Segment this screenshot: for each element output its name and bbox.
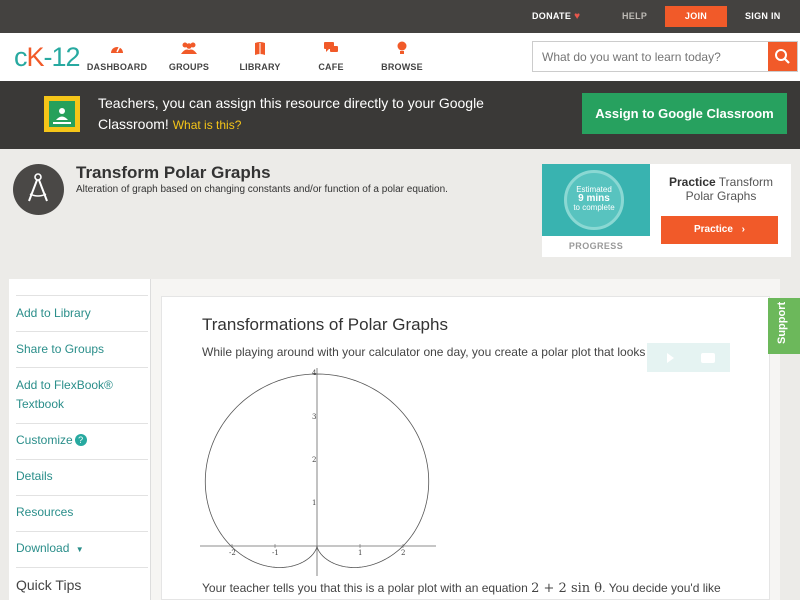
sidebar-item-add-to-flexbook[interactable]: Add to FlexBook® Textbook <box>16 376 126 414</box>
sidebar-item-customize[interactable]: Customize? <box>16 431 87 450</box>
download-label: Download <box>16 541 70 555</box>
concept-description: Alteration of graph based on changing co… <box>76 184 448 195</box>
lesson-heading: Transformations of Polar Graphs <box>202 315 448 334</box>
nav-browse[interactable]: BROWSE <box>367 41 437 72</box>
donate-label: DONATE <box>532 11 572 21</box>
caret-down-icon: ▼ <box>75 545 84 554</box>
sidebar-divider <box>16 531 148 532</box>
nav-library[interactable]: LIBRARY <box>225 41 295 72</box>
equation-text-a: Your teacher tells you that this is a po… <box>202 581 528 595</box>
groups-icon <box>154 41 224 59</box>
to-complete-label: to complete <box>573 203 615 212</box>
google-classroom-icon <box>44 96 80 132</box>
x-tick-1: 1 <box>358 549 362 557</box>
logo-number: -12 <box>43 42 81 72</box>
sidebar-divider <box>16 331 148 332</box>
search-button[interactable] <box>768 42 797 71</box>
x-tick-neg1: -1 <box>272 549 279 557</box>
nav-browse-label: BROWSE <box>381 62 423 72</box>
y-tick-4: 4 <box>312 369 317 377</box>
what-is-this-link[interactable]: What is this? <box>173 118 242 132</box>
library-icon <box>225 41 295 59</box>
x-tick-neg2: -2 <box>229 549 236 557</box>
logo-c: c <box>14 42 27 72</box>
lesson-intro-text: While playing around with your calculato… <box>202 345 689 359</box>
nav-library-label: LIBRARY <box>239 62 281 72</box>
nav-cafe-label: CAFE <box>318 62 344 72</box>
compass-icon <box>13 164 64 215</box>
search-box <box>532 41 798 72</box>
y-tick-2: 2 <box>312 456 316 464</box>
sidebar-item-share-to-groups[interactable]: Share to Groups <box>16 340 104 359</box>
browse-icon <box>367 41 437 59</box>
banner-message: Teachers, you can assign this resource d… <box>98 93 528 136</box>
sidebar-divider <box>16 495 148 496</box>
practice-title: Practice Transform Polar Graphs <box>658 175 784 203</box>
cafe-icon <box>296 41 366 59</box>
ck12-logo[interactable]: cK-12 <box>14 42 81 72</box>
estimated-minutes: 9 mins <box>578 193 610 204</box>
nav-dashboard-label: DASHBOARD <box>86 62 148 72</box>
donate-link[interactable]: DONATE ♥ <box>532 0 580 33</box>
estimated-time-badge: Estimated 9 mins to complete <box>564 170 624 230</box>
help-icon[interactable]: ? <box>74 434 87 446</box>
y-tick-3: 3 <box>312 413 316 421</box>
sidebar-divider <box>16 459 148 460</box>
sidebar-item-add-to-library[interactable]: Add to Library <box>16 304 91 323</box>
search-input[interactable] <box>533 42 768 71</box>
sidebar-divider <box>16 567 148 568</box>
practice-button[interactable]: Practice › <box>661 216 778 244</box>
practice-button-label: Practice <box>693 224 733 235</box>
sidebar-divider <box>16 295 148 296</box>
equation-math: 2 + 2 sin θ <box>531 581 603 596</box>
sidebar-divider <box>16 423 148 424</box>
customize-label: Customize <box>16 433 73 447</box>
search-icon <box>775 49 790 64</box>
sidebar-item-download[interactable]: Download ▼ <box>16 539 84 559</box>
sidebar-divider <box>16 367 148 368</box>
progress-label: PROGRESS <box>568 241 624 251</box>
sidebar-item-resources[interactable]: Resources <box>16 503 73 522</box>
join-button[interactable]: JOIN <box>665 6 727 27</box>
banner-text: Teachers, you can assign this resource d… <box>98 95 484 132</box>
nav-groups[interactable]: GROUPS <box>154 41 224 72</box>
sidebar-item-details[interactable]: Details <box>16 467 53 486</box>
chevron-right-icon: › <box>741 224 746 235</box>
sidebar: Add to Library Share to Groups Add to Fl… <box>9 279 150 600</box>
media-controls-overlay[interactable] <box>647 343 730 372</box>
support-label: Support <box>776 301 788 344</box>
logo-k: K <box>26 42 45 72</box>
concept-title: Transform Polar Graphs <box>76 163 271 182</box>
help-link[interactable]: HELP <box>622 0 647 33</box>
progress-tile: Estimated 9 mins to complete <box>542 164 650 236</box>
nav-cafe[interactable]: CAFE <box>296 41 366 72</box>
dashboard-icon <box>82 41 152 59</box>
y-tick-1: 1 <box>312 499 316 507</box>
equation-text-b: . You decide you'd like <box>602 581 721 595</box>
nav-groups-label: GROUPS <box>168 62 210 72</box>
support-tab[interactable]: Support <box>768 298 800 354</box>
polar-graph: -2 -1 1 2 1 2 3 4 <box>200 368 436 576</box>
top-utility-bar: DONATE ♥ HELP JOIN SIGN IN <box>0 0 800 33</box>
lesson-equation-text: Your teacher tells you that this is a po… <box>202 581 782 596</box>
heart-icon: ♥ <box>574 11 581 22</box>
x-tick-2: 2 <box>401 549 405 557</box>
quick-tips-heading: Quick Tips <box>16 577 82 593</box>
practice-card: Estimated 9 mins to complete PROGRESS Pr… <box>542 164 791 257</box>
sign-in-link[interactable]: SIGN IN <box>745 0 781 33</box>
nav-dashboard[interactable]: DASHBOARD <box>82 41 152 72</box>
assign-to-google-classroom-button[interactable]: Assign to Google Classroom <box>582 93 787 134</box>
practice-title-bold: Practice <box>668 175 716 189</box>
